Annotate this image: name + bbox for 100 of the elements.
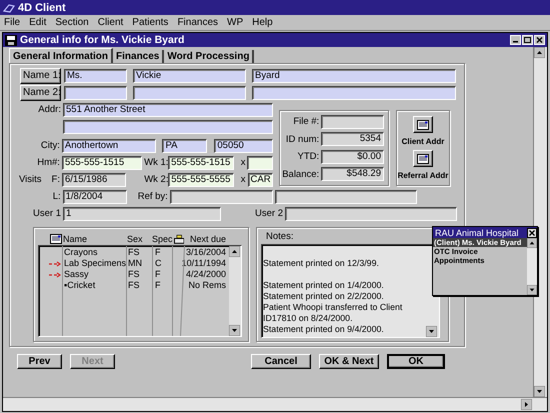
scrollbar[interactable] [229,246,241,336]
button-caption: Client Addr [402,137,444,146]
field-label: User 2 [254,208,283,219]
text-field[interactable] [252,86,456,100]
text-field[interactable]: 551 Another Street [63,102,273,116]
form-button[interactable]: OK & Next [319,354,379,369]
table-cell-text: 4/24/2000 [184,269,226,280]
field-label: L: [52,191,61,202]
text-field[interactable]: 05050 [214,138,273,152]
document-icon [5,34,17,46]
button-caption: Referral Addr [398,171,448,180]
field-label: Hm#: [36,157,60,168]
tab[interactable]: General Information [9,48,114,63]
column-header[interactable]: Spec [152,234,173,244]
text-field[interactable]: 6/15/1986 [62,172,126,186]
note-text: Statement printed on 12/3/99. [263,257,380,269]
text-field[interactable]: Vickie [133,68,246,82]
menu-item[interactable]: Finances [177,17,218,28]
readonly-field[interactable] [321,114,384,129]
note-text: Statement printed on 1/4/2000. [263,279,385,291]
horizontal-scrollbar[interactable] [3,397,547,411]
field-label: File #: [292,116,320,128]
arrow-icon [49,272,61,278]
window-title: General info for Ms. Vickie Byard [20,34,186,46]
arrow-icon [49,260,61,266]
form-button[interactable]: Cancel [251,354,311,369]
scroll-down-icon[interactable] [426,326,437,337]
readonly-field[interactable]: 5354 [321,132,384,146]
table-cell-text: Sassy [63,269,90,280]
field-label: City: [40,140,60,151]
text-field[interactable] [170,190,273,204]
field-label: Wk 1: [144,157,166,168]
text-field[interactable]: 1/8/2004 [62,190,128,204]
text-field[interactable] [133,86,246,100]
readonly-field[interactable]: $548.29 [321,167,384,182]
note-text: Statement printed on 9/4/2000. [263,324,385,335]
field-label: ID num: [284,134,320,145]
address-card-button[interactable] [413,150,433,167]
table-cell-text: MN [127,258,143,269]
card-icon [417,120,429,130]
text-field[interactable]: Ms. [64,68,127,82]
minimize-icon[interactable] [510,35,521,45]
menu-item[interactable]: Section [55,17,89,28]
table-cell-text: F [154,247,162,258]
menu-item[interactable]: File [4,17,20,28]
scrollbar[interactable] [527,238,537,295]
scroll-up-icon[interactable] [534,47,545,58]
menu-item[interactable]: Help [252,17,273,28]
menu-item[interactable]: Edit [29,17,46,28]
table-cell-text: F [154,280,162,291]
text-field[interactable]: CAR [248,172,274,186]
scroll-down-icon[interactable] [527,285,537,295]
field-label: Addr: [37,104,61,115]
text-field[interactable]: Anothertown [62,138,156,152]
text-field[interactable]: 555-555-1515 [62,156,142,170]
table-cell-text: FS [127,269,141,280]
text-field[interactable] [285,206,457,220]
text-field[interactable]: 555-555-1515 [168,156,234,170]
scroll-up-icon[interactable] [527,238,537,248]
column-header[interactable]: Sex [126,234,152,244]
text-field[interactable]: 555-555-5555 [168,172,234,186]
form-button[interactable]: Prev [17,354,62,369]
tab[interactable]: Finances [113,50,164,63]
text-field[interactable]: 1 [63,206,221,220]
text-field[interactable]: PA [162,138,208,152]
scroll-up-icon[interactable] [229,246,240,257]
text-field[interactable]: Byard [252,68,456,82]
field-label: YTD: [296,151,320,162]
field-label: Visits F: [18,174,60,185]
text-field[interactable] [63,120,273,134]
menu-item[interactable]: Patients [132,17,168,28]
field-label: Ref by: [136,191,168,202]
table-cell-text: FS [127,280,141,291]
column-header[interactable]: Next due [190,234,226,244]
name-button[interactable]: Name 2: [20,84,61,100]
table-cell-text: F [154,269,162,280]
text-field[interactable] [275,190,417,204]
table-cell-text: 10/11/1994 [180,258,226,269]
scroll-down-icon[interactable] [534,386,545,397]
column-header[interactable]: Name [62,234,126,244]
form-button[interactable]: OK [387,354,445,369]
tab[interactable]: Word Processing [164,50,254,63]
vertical-scrollbar[interactable] [533,47,547,397]
name-button[interactable]: Name 1: [20,68,61,84]
tray-icon[interactable] [174,234,184,244]
scroll-down-icon[interactable] [229,325,240,336]
text-field[interactable] [64,86,127,100]
palette-title: RAU Animal Hospital [435,228,519,238]
address-card-button[interactable] [413,116,433,133]
menu-item[interactable]: WP [227,17,244,28]
close-icon[interactable] [527,228,537,238]
maximize-icon[interactable] [522,35,533,45]
readonly-field[interactable]: $0.00 [321,150,384,164]
card-icon [417,154,429,164]
menu-item[interactable]: Client [98,17,124,28]
table-cell-text: Crayons [63,247,99,258]
scroll-right-icon[interactable] [521,399,532,410]
field-label: Wk 2: [144,174,166,185]
text-field[interactable] [247,156,273,170]
table-cell-text: No Rems [187,280,226,291]
